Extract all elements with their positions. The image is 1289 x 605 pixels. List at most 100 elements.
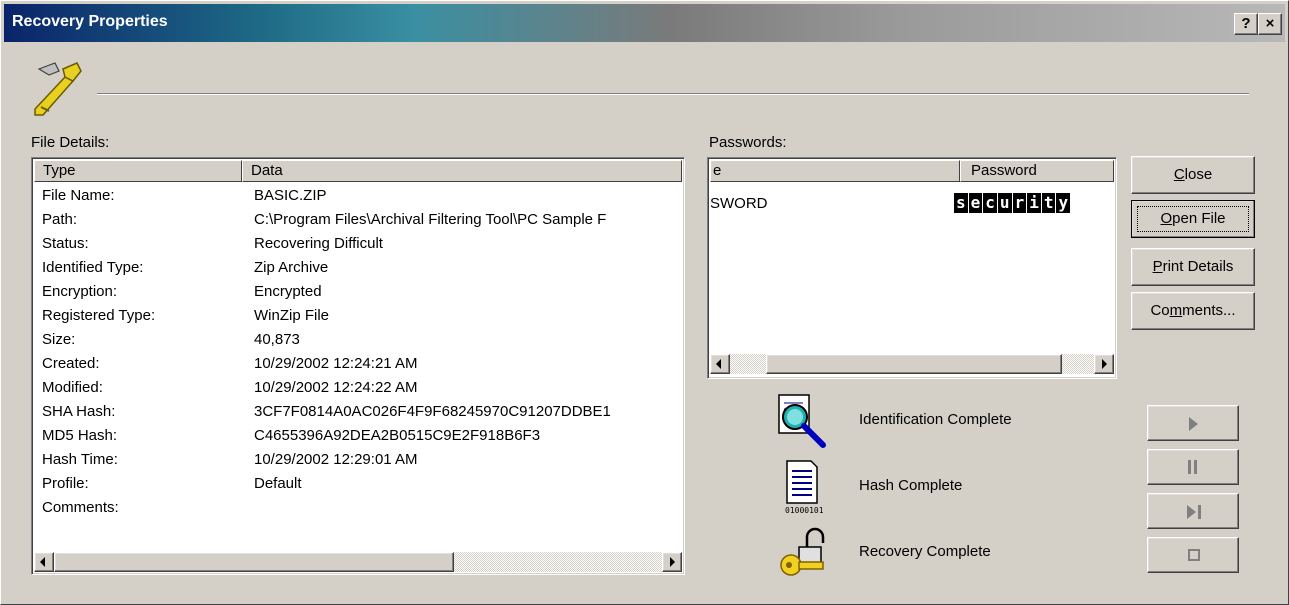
- close-button[interactable]: Close: [1131, 156, 1255, 194]
- scroll-right-button[interactable]: [1094, 354, 1114, 374]
- left-arrow-icon: [716, 359, 721, 369]
- file-details-label: File Details:: [31, 134, 110, 151]
- type-cell: File Name:: [42, 187, 115, 204]
- play-button[interactable]: [1147, 405, 1239, 441]
- type-cell: Path:: [42, 211, 78, 228]
- password-row[interactable]: SWORD security: [710, 192, 1114, 216]
- table-row[interactable]: Encryption: Encrypted: [34, 280, 682, 304]
- column-header-name[interactable]: e: [710, 160, 960, 182]
- table-row[interactable]: Comments:: [34, 496, 682, 520]
- password-value-cell: security: [954, 192, 1116, 216]
- table-row[interactable]: Registered Type: WinZip File: [34, 304, 682, 328]
- stop-icon: [1188, 549, 1200, 561]
- header-divider: [97, 93, 1249, 95]
- password-char: u: [997, 193, 1012, 213]
- table-row[interactable]: Identified Type: Zip Archive: [34, 256, 682, 280]
- data-cell: Default: [254, 475, 302, 492]
- stop-button[interactable]: [1147, 537, 1239, 573]
- passwords-list[interactable]: e Password SWORD security: [707, 157, 1117, 379]
- type-cell: Size:: [42, 331, 76, 348]
- type-cell: Status:: [42, 235, 89, 252]
- data-cell: 10/29/2002 12:24:22 AM: [254, 379, 418, 396]
- scroll-left-button[interactable]: [710, 354, 730, 374]
- table-row[interactable]: File Name: BASIC.ZIP: [34, 184, 682, 208]
- hash-status: Hash Complete: [859, 477, 963, 494]
- right-arrow-icon: [1102, 359, 1107, 369]
- right-arrow-icon: [670, 557, 675, 567]
- focus-rectangle: [1137, 206, 1249, 232]
- pause-icon: [1188, 460, 1191, 474]
- padlock-key-icon: [780, 527, 825, 576]
- skip-button[interactable]: [1147, 493, 1239, 529]
- scroll-right-button[interactable]: [662, 552, 682, 572]
- table-row[interactable]: SHA Hash: 3CF7F0814A0AC026F4F9F68245970C9…: [34, 400, 682, 424]
- table-row[interactable]: Modified: 10/29/2002 12:24:22 AM: [34, 376, 682, 400]
- password-char: t: [1041, 193, 1056, 213]
- type-cell: Profile:: [42, 475, 89, 492]
- column-header-type[interactable]: Type: [34, 160, 242, 182]
- type-cell: Hash Time:: [42, 451, 118, 468]
- table-row[interactable]: Path: C:\Program Files\Archival Filtering…: [34, 208, 682, 232]
- password-char: i: [1027, 193, 1041, 213]
- pause-button[interactable]: [1147, 449, 1239, 485]
- file-details-hscrollbar[interactable]: [34, 552, 682, 572]
- password-char: y: [1056, 193, 1071, 213]
- close-button-label: Close: [1173, 166, 1213, 183]
- passwords-hscrollbar[interactable]: [710, 354, 1114, 374]
- data-cell: Recovering Difficult: [254, 235, 383, 252]
- data-cell: Zip Archive: [254, 259, 329, 276]
- hash-document-icon: 01000101: [785, 460, 823, 515]
- skip-bar-icon: [1198, 505, 1201, 519]
- print-details-button-label: Print Details: [1152, 258, 1234, 275]
- play-icon: [1189, 417, 1198, 431]
- svg-text:01000101: 01000101: [785, 506, 823, 515]
- password-char: r: [1012, 193, 1027, 213]
- data-cell: BASIC.ZIP: [254, 187, 327, 204]
- password-char: c: [983, 193, 997, 213]
- open-file-button[interactable]: Open File: [1131, 200, 1255, 238]
- data-cell: 10/29/2002 12:24:21 AM: [254, 355, 418, 372]
- password-name-cell: SWORD: [710, 195, 768, 212]
- close-window-button[interactable]: ×: [1258, 13, 1282, 35]
- type-cell: Created:: [42, 355, 100, 372]
- print-details-button[interactable]: Print Details: [1131, 248, 1255, 286]
- comments-button-label: Comments...: [1150, 302, 1236, 319]
- file-details-list[interactable]: Type Data File Name: BASIC.ZIP Path: C:\Pro…: [31, 157, 685, 575]
- data-cell: C:\Program Files\Archival Filtering Tool…: [254, 211, 607, 228]
- scroll-left-button[interactable]: [34, 552, 54, 572]
- recovery-status: Recovery Complete: [859, 543, 991, 560]
- help-button[interactable]: ?: [1234, 13, 1258, 35]
- comments-button[interactable]: Comments...: [1131, 292, 1255, 330]
- type-cell: Identified Type:: [42, 259, 144, 276]
- magnifier-document-icon: [778, 394, 826, 448]
- type-cell: SHA Hash:: [42, 403, 116, 420]
- key-icon: [34, 62, 82, 116]
- data-cell: WinZip File: [254, 307, 330, 324]
- data-cell: Encrypted: [254, 283, 322, 300]
- scroll-thumb[interactable]: [766, 354, 1062, 374]
- table-row[interactable]: Status: Recovering Difficult: [34, 232, 682, 256]
- data-cell: 3CF7F0814A0AC026F4F9F68245970C91207DDBE1: [254, 403, 611, 420]
- identification-status: Identification Complete: [859, 411, 1012, 428]
- window-title: Recovery Properties: [12, 13, 168, 30]
- type-cell: Modified:: [42, 379, 103, 396]
- recovery-properties-window: Recovery Properties ? × File Details: Ty…: [0, 0, 1289, 605]
- table-row[interactable]: Hash Time: 10/29/2002 12:29:01 AM: [34, 448, 682, 472]
- type-cell: Encryption:: [42, 283, 118, 300]
- scroll-thumb[interactable]: [54, 552, 454, 572]
- passwords-label: Passwords:: [709, 134, 787, 151]
- skip-icon: [1187, 505, 1196, 519]
- type-cell: MD5 Hash:: [42, 427, 118, 444]
- column-header-data[interactable]: Data: [242, 160, 682, 182]
- title-bar[interactable]: Recovery Properties ? ×: [4, 4, 1285, 42]
- table-row[interactable]: Created: 10/29/2002 12:24:21 AM: [34, 352, 682, 376]
- password-char: s: [954, 193, 968, 213]
- type-cell: Registered Type:: [42, 307, 156, 324]
- table-row[interactable]: Size: 40,873: [34, 328, 682, 352]
- table-row[interactable]: MD5 Hash: C4655396A92DEA2B0515C9E2F918B6F…: [34, 424, 682, 448]
- table-row[interactable]: Profile: Default: [34, 472, 682, 496]
- data-cell: 40,873: [254, 331, 300, 348]
- data-cell: C4655396A92DEA2B0515C9E2F918B6F3: [254, 427, 541, 444]
- column-header-password[interactable]: Password: [960, 160, 1114, 182]
- data-cell: 10/29/2002 12:29:01 AM: [254, 451, 418, 468]
